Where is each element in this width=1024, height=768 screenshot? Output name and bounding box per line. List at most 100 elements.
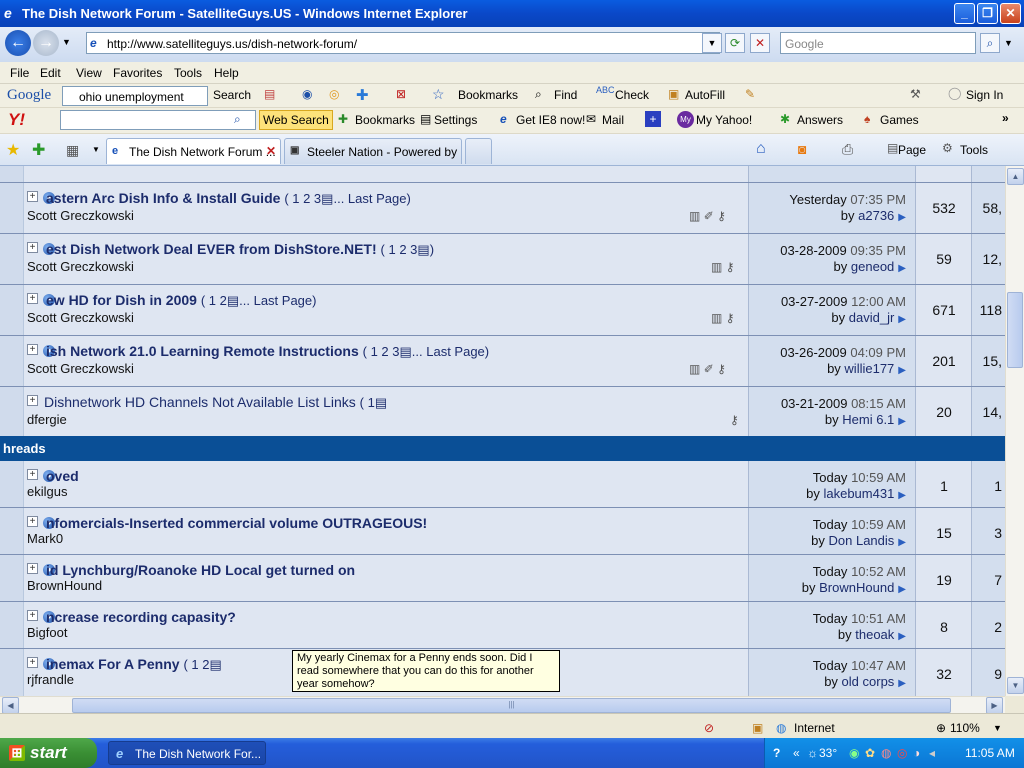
thread-title-link[interactable]: astern Arc Dish Info & Install Guide [46,190,280,206]
history-dropdown-icon[interactable]: ▼ [62,37,71,47]
volume-icon[interactable]: ◂ [929,746,935,760]
page-links[interactable]: ( 1 2 [201,293,227,308]
thread-title-link[interactable]: inemax For A Penny [46,656,180,672]
reply-count[interactable]: 59 [916,251,972,267]
thread-title-link[interactable]: id Lynchburg/Roanoke HD Local get turned… [46,562,355,578]
expand-thread-icon[interactable]: + [27,191,38,202]
new-tab-button[interactable] [465,138,492,164]
rss-feed-icon[interactable]: ◙ [798,141,806,157]
start-button[interactable]: ⊞ start [0,738,97,768]
yahoo-search-icon[interactable]: ⌕ [234,112,241,127]
add-menu-icon[interactable]: + [645,111,661,127]
reply-count[interactable]: 32 [916,666,972,682]
page-links[interactable]: ( 1 2 3 [381,242,418,257]
highlight-icon[interactable]: ✎ [745,87,755,101]
popup-blocker-icon[interactable]: ⊠ [396,87,406,101]
settings-button[interactable]: Settings [434,113,477,127]
vertical-scroll-thumb[interactable] [1007,292,1023,368]
page-links[interactable]: ( 1 2 [183,657,209,672]
mail-button[interactable]: Mail [602,113,624,127]
thread-author[interactable]: rjfrandle [27,672,74,687]
expand-thread-icon[interactable]: + [27,469,38,480]
minimize-button[interactable]: _ [954,3,975,24]
quick-tabs-icon[interactable]: ▦ [66,142,79,159]
search-input[interactable]: Google [780,32,976,54]
expand-thread-icon[interactable]: + [27,516,38,527]
last-poster-link[interactable]: willie177 [844,361,894,376]
my-yahoo-button[interactable]: My Yahoo! [696,113,752,127]
reply-count[interactable]: 532 [916,200,972,216]
back-button[interactable]: ← [5,30,31,56]
tray-app-icon[interactable]: ◍ [881,746,891,760]
page-links[interactable]: ( 1 [360,395,375,410]
google-search-input[interactable]: ohio unemployment [62,86,208,106]
last-page-link[interactable]: ) [430,242,434,257]
google-search-button[interactable]: Search [213,88,251,102]
thread-title-link[interactable]: ncrease recording capasity? [46,609,236,625]
go-to-last-post-icon[interactable]: ▶ [898,365,906,376]
thread-author[interactable]: BrownHound [27,578,102,593]
expand-thread-icon[interactable]: + [27,344,38,355]
expand-thread-icon[interactable]: + [27,610,38,621]
page-links[interactable]: ( 1 2 3 [363,344,400,359]
go-to-last-post-icon[interactable]: ▶ [898,416,906,427]
forward-button[interactable]: → [33,30,59,56]
go-to-last-post-icon[interactable]: ▶ [898,678,906,689]
menu-file[interactable]: File [10,66,29,80]
zoom-level[interactable]: 110% [950,721,980,735]
reply-count[interactable]: 19 [916,572,972,588]
zoom-dropdown-icon[interactable]: ▼ [993,723,1002,733]
thread-author[interactable]: Mark0 [27,531,63,546]
reply-count[interactable]: 201 [916,353,972,369]
stop-button[interactable]: ✕ [750,33,770,53]
reply-count[interactable]: 8 [916,619,972,635]
last-poster-link[interactable]: david_jr [849,310,895,325]
thread-author[interactable]: Bigfoot [27,625,67,640]
tray-app-icon[interactable]: ✿ [865,746,875,760]
tab-steeler-nation[interactable]: ▣ Steeler Nation - Powered by ... [284,138,462,164]
get-ie8-button[interactable]: Get IE8 now! [516,113,585,127]
tray-arrow-icon[interactable]: « [793,746,800,760]
help-icon[interactable]: ? [773,746,780,760]
last-poster-link[interactable]: Don Landis [829,533,895,548]
go-to-last-post-icon[interactable]: ▶ [898,537,906,548]
autofill-button[interactable]: AutoFill [685,88,725,102]
close-tab-icon[interactable]: ✕ [266,144,276,158]
menu-view[interactable]: View [76,66,102,80]
yahoo-bookmarks-button[interactable]: Bookmarks [355,113,415,127]
page-links[interactable]: ( 1 2 3 [284,191,321,206]
go-to-last-post-icon[interactable]: ▶ [898,314,906,325]
expand-thread-icon[interactable]: + [27,563,38,574]
globe-icon[interactable]: ◉ [302,87,312,101]
thread-title-link[interactable]: est Dish Network Deal EVER from DishStor… [46,241,377,257]
page-menu-button[interactable]: Page [898,143,926,157]
tools-menu-button[interactable]: Tools [960,143,988,157]
find-button[interactable]: Find [554,88,577,102]
add-favorite-icon[interactable]: ✚ [32,140,45,160]
thread-title-link[interactable]: ew HD for Dish in 2009 [46,292,197,308]
last-poster-link[interactable]: geneod [851,259,894,274]
thread-title-link[interactable]: nfomercials-Inserted commercial volume O… [46,515,427,531]
last-poster-link[interactable]: BrownHound [819,580,894,595]
last-poster-link[interactable]: old corps [842,674,895,689]
go-to-last-post-icon[interactable]: ▶ [898,631,906,642]
thread-title-link[interactable]: ish Network 21.0 Learning Remote Instruc… [46,343,359,359]
thread-author[interactable]: Scott Greczkowski [27,310,134,325]
go-to-last-post-icon[interactable]: ▶ [898,584,906,595]
check-button[interactable]: Check [615,88,649,102]
menu-help[interactable]: Help [214,66,239,80]
last-poster-link[interactable]: Hemi 6.1 [842,412,894,427]
search-options-icon[interactable]: ▼ [1004,38,1013,48]
privacy-icon[interactable]: ⊘ [704,721,714,735]
last-poster-link[interactable]: lakebum431 [823,486,894,501]
maximize-button[interactable]: ❐ [977,3,998,24]
add-button-icon[interactable]: ✚ [356,86,369,104]
scroll-right-icon[interactable]: ▶ [986,697,1003,714]
scroll-up-icon[interactable]: ▲ [1007,168,1024,185]
reply-count[interactable]: 20 [916,404,972,420]
thread-author[interactable]: Scott Greczkowski [27,361,134,376]
url-input[interactable]: e http://www.satelliteguys.us/dish-netwo… [86,32,720,54]
toolbar-overflow-icon[interactable]: » [1002,111,1009,125]
refresh-button[interactable]: ⟳ [725,33,745,53]
favorites-star-icon[interactable]: ★ [6,140,20,160]
